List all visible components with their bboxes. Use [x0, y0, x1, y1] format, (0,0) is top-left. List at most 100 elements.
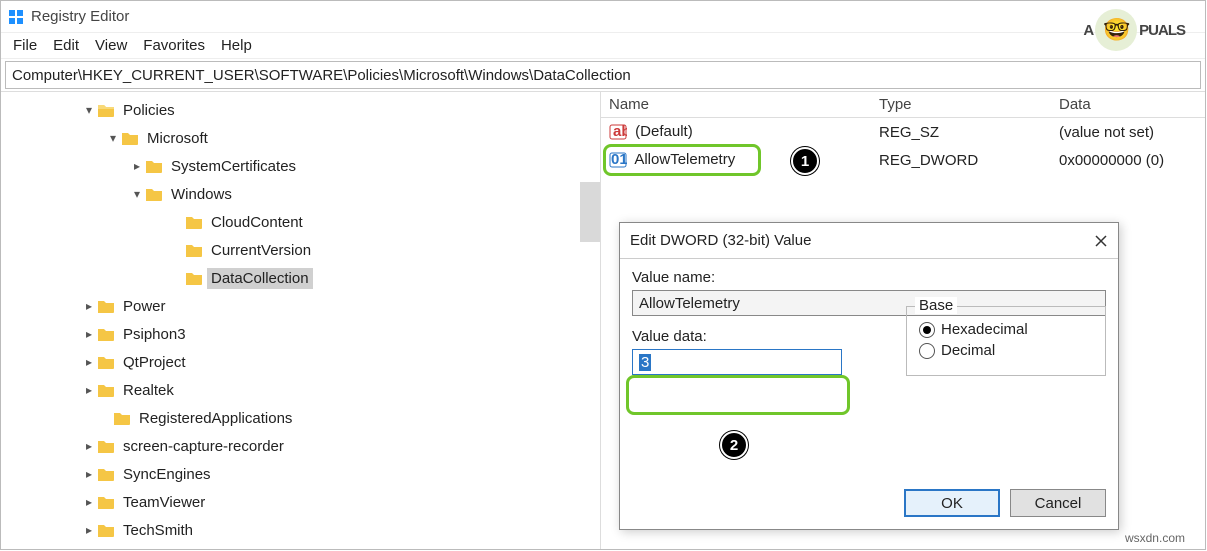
- chevron-right-icon[interactable]: ▸: [81, 467, 97, 481]
- chevron-down-icon[interactable]: ▾: [129, 187, 145, 201]
- radio-decimal[interactable]: Decimal: [919, 342, 1093, 359]
- tree-item-teamviewer[interactable]: ▸ TeamViewer: [1, 488, 600, 516]
- value-name: AllowTelemetry: [634, 151, 735, 168]
- folder-icon: [121, 130, 139, 146]
- folder-icon: [97, 326, 115, 342]
- base-legend: Base: [915, 297, 957, 314]
- menu-file[interactable]: File: [7, 35, 43, 56]
- value-data: (value not set): [1051, 124, 1205, 141]
- tree-label: CloudContent: [207, 212, 307, 233]
- value-type: REG_SZ: [871, 124, 1051, 141]
- folder-icon: [145, 158, 163, 174]
- chevron-right-icon[interactable]: ▸: [81, 355, 97, 369]
- folder-icon: [113, 410, 131, 426]
- radio-hexadecimal[interactable]: Hexadecimal: [919, 321, 1093, 338]
- regedit-app-icon: [7, 8, 25, 26]
- dialog-title: Edit DWORD (32-bit) Value: [630, 232, 811, 249]
- tree-item-windows[interactable]: ▾ Windows: [1, 180, 600, 208]
- chevron-right-icon[interactable]: ▸: [129, 159, 145, 173]
- tree-item-power[interactable]: ▸ Power: [1, 292, 600, 320]
- tree-item-datacollection[interactable]: DataCollection: [1, 264, 600, 292]
- edit-dword-dialog: Edit DWORD (32-bit) Value Value name: Al…: [619, 222, 1119, 530]
- tree-label: RegisteredApplications: [135, 408, 296, 429]
- tree-label: SyncEngines: [119, 464, 215, 485]
- menu-help[interactable]: Help: [215, 35, 258, 56]
- folder-icon: [97, 466, 115, 482]
- value-data: 0x00000000 (0): [1051, 152, 1205, 169]
- titlebar: Registry Editor: [1, 1, 1205, 33]
- address-bar[interactable]: Computer\HKEY_CURRENT_USER\SOFTWARE\Poli…: [5, 61, 1201, 89]
- chevron-right-icon[interactable]: ▸: [81, 495, 97, 509]
- radio-icon: [919, 343, 935, 359]
- tree-label: Power: [119, 296, 170, 317]
- list-header: Name Type Data: [601, 92, 1205, 118]
- tree-item-qtproject[interactable]: ▸ QtProject: [1, 348, 600, 376]
- radio-icon: [919, 322, 935, 338]
- address-text: Computer\HKEY_CURRENT_USER\SOFTWARE\Poli…: [12, 67, 631, 84]
- folder-icon: [185, 214, 203, 230]
- tree-item-cloudcontent[interactable]: CloudContent: [1, 208, 600, 236]
- ok-button[interactable]: OK: [904, 489, 1000, 517]
- tree-label: DataCollection: [207, 268, 313, 289]
- tree-item-syncengines[interactable]: ▸ SyncEngines: [1, 460, 600, 488]
- tree-item-screencapture[interactable]: ▸ screen-capture-recorder: [1, 432, 600, 460]
- folder-icon: [97, 354, 115, 370]
- chevron-right-icon[interactable]: ▸: [81, 327, 97, 341]
- svg-text:ab: ab: [613, 123, 627, 140]
- tree-label: Windows: [167, 184, 236, 205]
- value-data-field[interactable]: 3: [632, 349, 842, 375]
- tree-item-systemcertificates[interactable]: ▸ SystemCertificates: [1, 152, 600, 180]
- menubar: File Edit View Favorites Help: [1, 33, 1205, 59]
- tree-item-realtek[interactable]: ▸ Realtek: [1, 376, 600, 404]
- tree-label: TechSmith: [119, 520, 197, 541]
- cancel-button[interactable]: Cancel: [1010, 489, 1106, 517]
- tree-item-policies[interactable]: ▾ Policies: [1, 96, 600, 124]
- string-value-icon: ab: [609, 123, 627, 141]
- tree-label: Psiphon3: [119, 324, 190, 345]
- menu-edit[interactable]: Edit: [47, 35, 85, 56]
- tree-label: TeamViewer: [119, 492, 209, 513]
- mascot-icon: 🤓: [1095, 9, 1137, 51]
- chevron-right-icon[interactable]: ▸: [81, 383, 97, 397]
- tree-item-psiphon3[interactable]: ▸ Psiphon3: [1, 320, 600, 348]
- menu-view[interactable]: View: [89, 35, 133, 56]
- folder-icon: [185, 270, 203, 286]
- splitter[interactable]: [580, 182, 600, 242]
- chevron-down-icon[interactable]: ▾: [81, 103, 97, 117]
- value-name: (Default): [635, 123, 693, 140]
- menu-favorites[interactable]: Favorites: [137, 35, 211, 56]
- svg-text:011: 011: [611, 151, 627, 168]
- tree-label: Policies: [119, 100, 179, 121]
- tree-item-microsoft[interactable]: ▾ Microsoft: [1, 124, 600, 152]
- chevron-right-icon[interactable]: ▸: [81, 523, 97, 537]
- value-type: REG_DWORD: [871, 152, 1051, 169]
- close-icon[interactable]: [1094, 234, 1108, 248]
- folder-icon: [97, 382, 115, 398]
- annotation-marker-2: 2: [720, 431, 748, 459]
- tree-item-techsmith[interactable]: ▸ TechSmith: [1, 516, 600, 544]
- folder-icon: [97, 494, 115, 510]
- column-data[interactable]: Data: [1051, 96, 1205, 113]
- tree-label: Microsoft: [143, 128, 212, 149]
- appuals-logo: A 🤓 PUALS: [1083, 9, 1185, 51]
- dialog-titlebar[interactable]: Edit DWORD (32-bit) Value: [620, 223, 1118, 259]
- column-name[interactable]: Name: [601, 96, 871, 113]
- chevron-right-icon[interactable]: ▸: [81, 299, 97, 313]
- tree-label: QtProject: [119, 352, 190, 373]
- tree-label: CurrentVersion: [207, 240, 315, 261]
- tree-label: SystemCertificates: [167, 156, 300, 177]
- list-pane[interactable]: Name Type Data ab (Default) REG_SZ (valu…: [601, 92, 1205, 549]
- chevron-down-icon[interactable]: ▾: [105, 131, 121, 145]
- folder-icon: [97, 522, 115, 538]
- column-type[interactable]: Type: [871, 96, 1051, 113]
- tree-item-registeredapplications[interactable]: RegisteredApplications: [1, 404, 600, 432]
- list-row-allowtelemetry[interactable]: 011 AllowTelemetry REG_DWORD 0x00000000 …: [601, 146, 1205, 174]
- list-row-default[interactable]: ab (Default) REG_SZ (value not set): [601, 118, 1205, 146]
- dword-value-icon: 011: [609, 151, 627, 169]
- window-title: Registry Editor: [31, 8, 129, 25]
- chevron-right-icon[interactable]: ▸: [81, 439, 97, 453]
- tree-item-currentversion[interactable]: CurrentVersion: [1, 236, 600, 264]
- base-group: Base Hexadecimal Decimal: [906, 306, 1106, 376]
- folder-icon: [97, 298, 115, 314]
- tree-pane[interactable]: ▾ Policies ▾ Microsoft ▸ SystemCertifica…: [1, 92, 601, 549]
